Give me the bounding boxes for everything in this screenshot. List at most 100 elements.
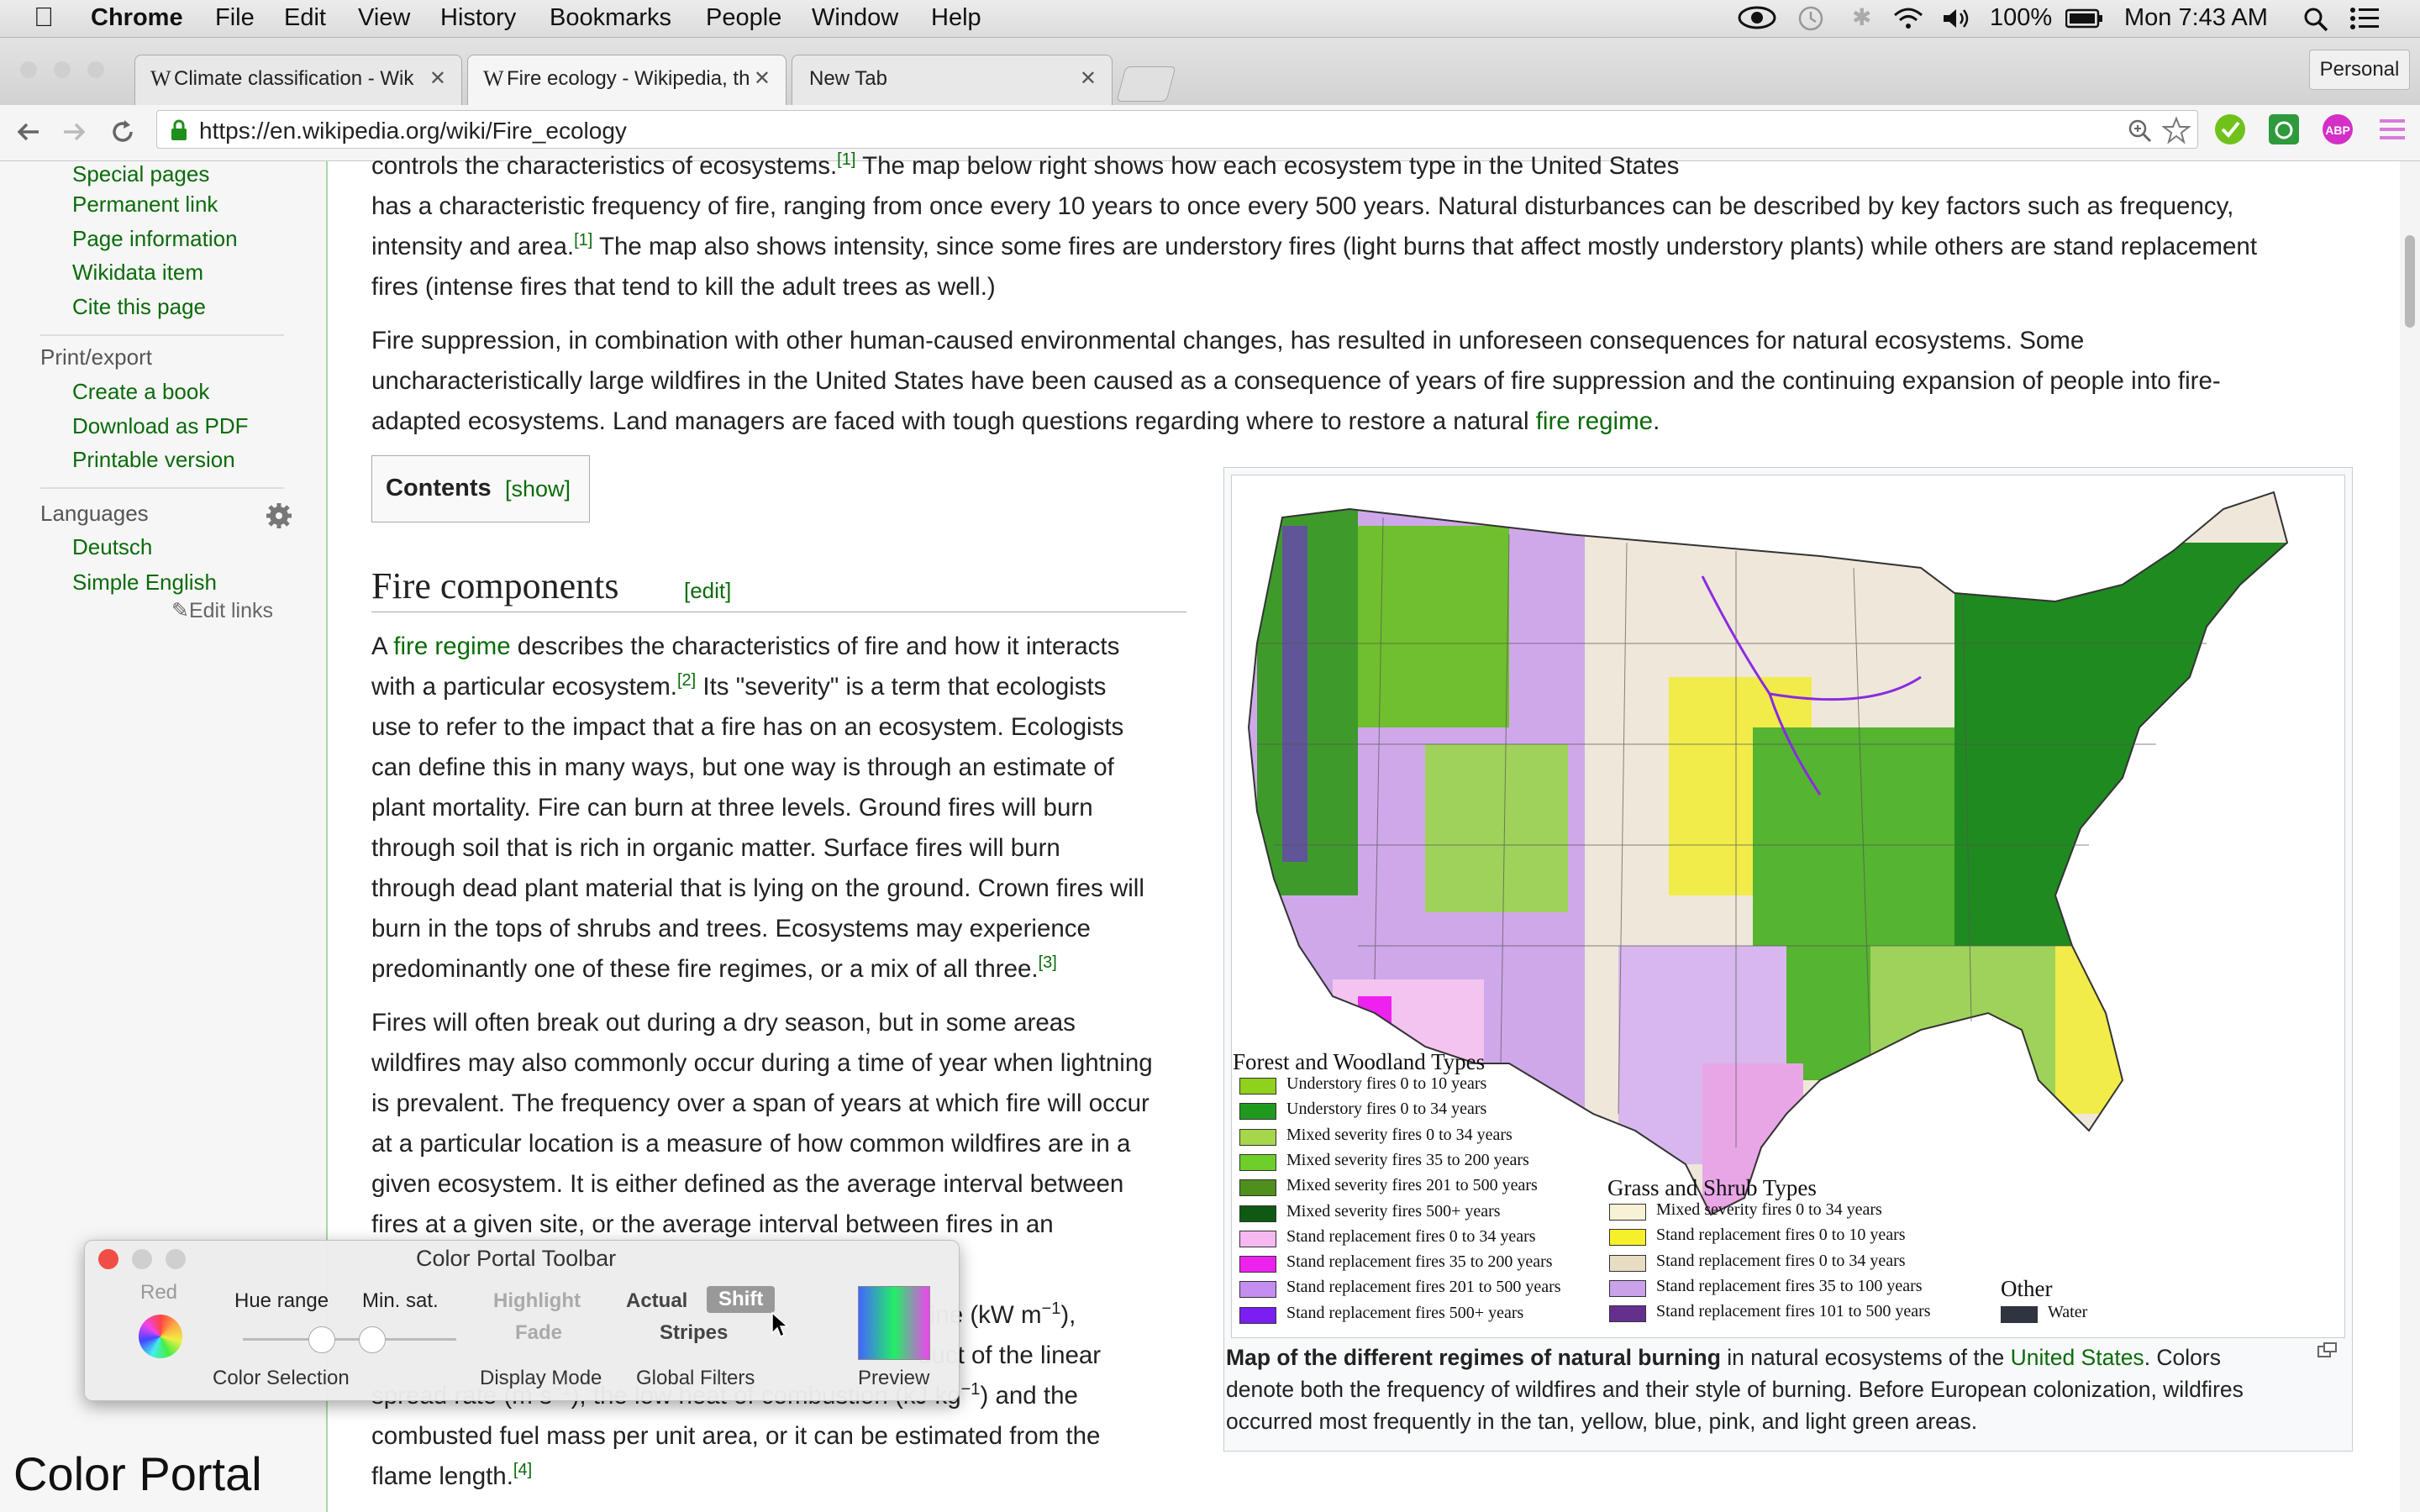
back-icon[interactable] [13,117,44,147]
zoom-icon[interactable] [2127,118,2154,144]
enlarge-icon[interactable] [2317,1341,2338,1360]
citation-link[interactable]: [2] [677,671,696,690]
tab-climate-classification[interactable]: W Climate classification - Wik ✕ [134,55,462,105]
legend-label: Stand replacement fires 0 to 34 years [1656,1251,1906,1270]
legend-swatch [1239,1153,1276,1171]
legend-swatch [1239,1128,1276,1146]
link-united-states[interactable]: United States [2011,1345,2144,1370]
legend-label: Stand replacement fires 0 to 34 years [1286,1226,1536,1246]
time-machine-icon[interactable] [1797,5,1825,32]
tab-close-icon[interactable]: ✕ [429,66,446,91]
chrome-menu-icon[interactable] [2378,116,2407,143]
edit-links[interactable]: ✎Edit links [171,598,273,623]
actual-button[interactable]: Actual [626,1289,687,1313]
shift-button[interactable]: Shift [707,1286,776,1313]
text: with a particular ecosystem. [371,673,677,701]
citation-link[interactable]: [1] [837,150,855,169]
apple-icon[interactable]:  [34,2,54,33]
address-bar[interactable]: https://en.wikipedia.org/wiki/Fire_ecolo… [156,110,2198,149]
extension-check-icon[interactable] [2213,113,2247,146]
citation-link[interactable]: [4] [513,1461,532,1479]
sidebar-item-wikidata-item[interactable]: Wikidata item [72,260,203,286]
battery-icon[interactable] [2065,8,2104,29]
bookmark-star-icon[interactable] [2162,116,2191,144]
link-fire-regime[interactable]: fire regime [393,633,510,660]
link-fire-regime[interactable]: fire regime [1536,407,1653,435]
spotlight-icon[interactable] [2302,6,2329,33]
new-tab-button[interactable] [1116,66,1176,102]
menu-help[interactable]: Help [931,4,981,32]
sidebar-item-download-pdf[interactable]: Download as PDF [72,413,249,439]
text-line: with a particular ecosystem.[2] Its "sev… [371,667,1144,707]
reload-icon[interactable] [108,117,138,147]
text: −1 [1041,1299,1061,1319]
volume-icon[interactable] [1941,7,1971,30]
legend-swatch [1239,1103,1276,1121]
text-line: can define this in many ways, but one wa… [371,753,1114,781]
forward-icon[interactable] [59,117,89,147]
legend-swatch [1239,1306,1276,1324]
menu-bookmarks[interactable]: Bookmarks [550,4,671,32]
sidebar-divider [40,334,284,336]
window-close-button[interactable] [20,61,37,78]
preview-swatch[interactable] [858,1286,930,1360]
menu-file[interactable]: File [215,4,255,32]
text-line: Map of the different regimes of natural … [1226,1341,2310,1373]
sidebar-item-cite-this-page[interactable]: Cite this page [72,294,206,320]
notification-center-icon[interactable] [2349,7,2380,30]
sidebar-item-special-pages[interactable]: Special pages [72,161,209,187]
text: flame length. [371,1462,513,1490]
legend-swatch [1609,1254,1646,1272]
scrollbar-thumb[interactable] [2405,235,2415,328]
portal-zoom-button[interactable] [166,1249,186,1269]
sidebar-item-simple-english[interactable]: Simple English [72,570,217,596]
sidebar-heading-print[interactable]: Print/export [40,344,152,370]
menu-edit[interactable]: Edit [284,4,326,32]
profile-button[interactable]: Personal [2309,50,2410,90]
tab-new-tab[interactable]: New Tab ✕ [792,55,1113,105]
figure-caption: Map of the different regimes of natural … [1226,1341,2310,1437]
tab-close-icon[interactable]: ✕ [1080,66,1097,91]
menu-app-name[interactable]: Chrome [91,4,183,32]
citation-link[interactable]: [3] [1039,953,1057,972]
text-line: given ecosystem. It is either defined as… [371,1170,1124,1198]
lock-icon[interactable] [169,118,189,142]
url-text[interactable]: https://en.wikipedia.org/wiki/Fire_ecolo… [199,118,627,144]
scrollbar[interactable] [2400,161,2420,1512]
eye-icon[interactable] [1738,5,1776,30]
sidebar-heading-languages: Languages [40,501,149,526]
bluetooth-icon[interactable]: ✱ [1852,3,1871,31]
highlight-button[interactable]: Highlight [493,1289,581,1313]
menu-people[interactable]: People [706,4,781,32]
window-minimize-button[interactable] [54,61,71,78]
fade-button[interactable]: Fade [515,1321,562,1345]
stripes-button[interactable]: Stripes [660,1321,728,1345]
color-wheel-icon[interactable] [139,1315,182,1358]
wifi-icon[interactable] [1892,7,1924,30]
citation-link[interactable]: [1] [574,231,592,249]
sidebar-item-printable-version[interactable]: Printable version [72,447,235,473]
portal-minimize-button[interactable] [132,1249,152,1269]
extension-screenshot-icon[interactable] [2267,113,2301,146]
tab-fire-ecology[interactable]: W Fire ecology - Wikipedia, th ✕ [467,55,786,105]
portal-close-button[interactable] [98,1249,118,1269]
menu-view[interactable]: View [358,4,410,32]
sidebar-item-page-information[interactable]: Page information [72,226,238,252]
hue-range-slider-handle[interactable] [308,1326,335,1353]
menu-history[interactable]: History [440,4,516,32]
section-edit-link[interactable]: [edit] [684,578,731,604]
legend-label: Water [2048,1303,2088,1321]
adblock-plus-icon[interactable]: ABP [2321,113,2354,146]
tab-close-icon[interactable]: ✕ [754,66,771,91]
legend-label: Mixed severity fires 201 to 500 years [1286,1176,1538,1195]
sidebar-item-create-book[interactable]: Create a book [72,379,209,405]
menu-window[interactable]: Window [812,4,898,32]
sidebar-item-deutsch[interactable]: Deutsch [72,534,152,560]
menu-clock[interactable]: Mon 7:43 AM [2124,4,2268,32]
language-settings-gear-icon[interactable] [266,502,292,529]
window-zoom-button[interactable] [87,61,104,78]
sidebar-item-permanent-link[interactable]: Permanent link [72,192,218,218]
toc-show-link[interactable]: [show] [505,476,571,502]
min-sat-label: Min. sat. [362,1289,439,1312]
min-sat-slider-handle[interactable] [359,1326,386,1353]
